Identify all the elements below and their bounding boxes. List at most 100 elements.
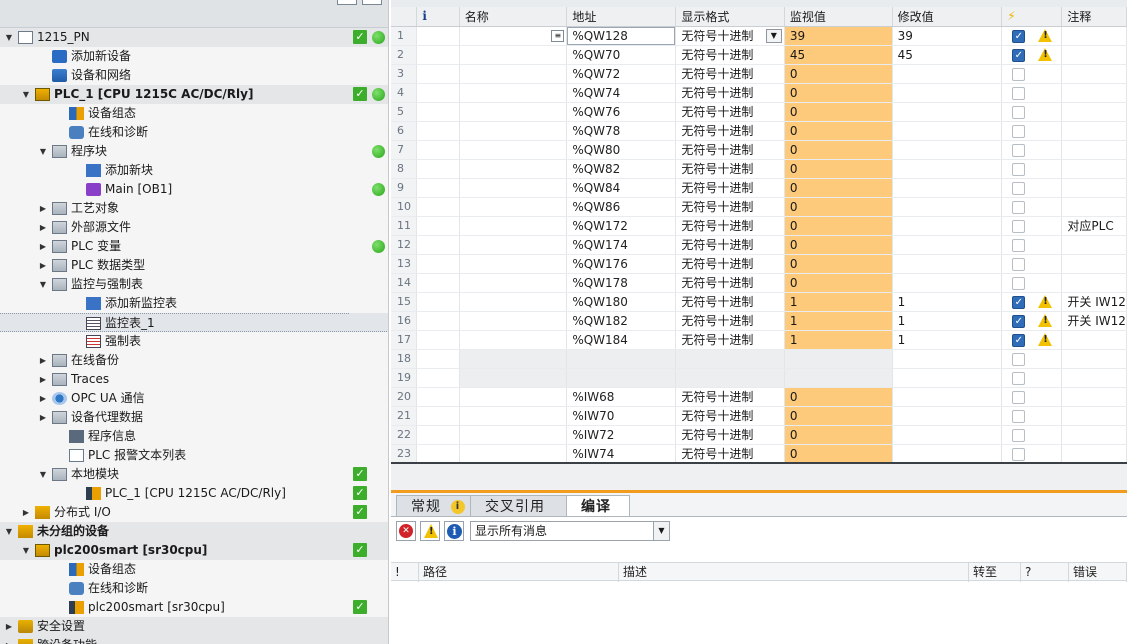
cell-modify-flag[interactable] xyxy=(1001,140,1063,160)
modify-checkbox[interactable] xyxy=(1012,447,1026,461)
header-monitor-value[interactable]: 监视值 xyxy=(784,7,893,27)
cell-comment[interactable] xyxy=(1061,349,1127,369)
cell-display-format[interactable]: 无符号十进制 xyxy=(675,83,785,103)
cell-comment[interactable] xyxy=(1061,140,1127,160)
cell-name[interactable] xyxy=(459,387,568,407)
cell-name[interactable] xyxy=(459,102,568,122)
row-number[interactable]: 2 xyxy=(391,45,418,65)
tab-cross-reference[interactable]: 交叉引用 xyxy=(470,495,567,517)
cell-comment[interactable] xyxy=(1061,64,1127,84)
row-number[interactable]: 20 xyxy=(391,387,418,407)
tree-item[interactable]: 强制表 xyxy=(0,332,388,351)
cell-modify-flag[interactable] xyxy=(1001,406,1063,426)
cell-display-format[interactable]: 无符号十进制 xyxy=(675,140,785,160)
col-errors[interactable]: 错误 xyxy=(1069,563,1127,582)
cell-modify-flag[interactable]: ✓ xyxy=(1001,26,1063,46)
header-name[interactable]: 名称 xyxy=(459,7,568,27)
row-number[interactable]: 22 xyxy=(391,425,418,445)
cell-modify-value[interactable] xyxy=(892,273,1003,293)
header-address[interactable]: 地址 xyxy=(566,7,677,27)
table-row[interactable]: 17 %QW184 无符号十进制 1 1 ✓ xyxy=(391,330,1127,350)
cell-address[interactable]: %IW74 xyxy=(566,444,677,462)
cell-display-format[interactable]: 无符号十进制 xyxy=(675,45,785,65)
panel-splitter[interactable] xyxy=(391,462,1127,493)
cell-name[interactable] xyxy=(459,45,568,65)
tree-item[interactable]: 设备组态 xyxy=(0,104,388,123)
cell-modify-flag[interactable] xyxy=(1001,425,1063,445)
header-display-format[interactable]: 显示格式 xyxy=(675,7,785,27)
cell-address[interactable]: %QW178 xyxy=(566,273,677,293)
row-number[interactable]: 23 xyxy=(391,444,418,462)
table-row[interactable]: 7 %QW80 无符号十进制 0 xyxy=(391,140,1127,160)
cell-modify-flag[interactable]: ✓ xyxy=(1001,292,1063,312)
table-row[interactable]: 21 %IW70 无符号十进制 0 xyxy=(391,406,1127,426)
cell-comment[interactable] xyxy=(1061,178,1127,198)
modify-checkbox[interactable] xyxy=(1012,181,1026,195)
expand-right-icon[interactable]: ▶ xyxy=(38,218,48,237)
tree-item[interactable]: 添加新设备 xyxy=(0,47,388,66)
cell-display-format[interactable] xyxy=(675,349,785,369)
cell-display-format[interactable]: 无符号十进制 xyxy=(675,387,785,407)
col-help[interactable]: ? xyxy=(1021,563,1069,582)
cell-modify-flag[interactable] xyxy=(1001,349,1063,369)
cell-display-format[interactable]: 无符号十进制 xyxy=(675,64,785,84)
cell-address[interactable]: %IW70 xyxy=(566,406,677,426)
tree-item[interactable]: ▶ 设备代理数据 xyxy=(0,408,388,427)
cell-display-format[interactable]: 无符号十进制 xyxy=(675,406,785,426)
cell-address[interactable]: %QW128 xyxy=(566,26,677,46)
cell-comment[interactable] xyxy=(1061,26,1127,46)
table-row[interactable]: 1 ≡ %QW128 无符号十进制 ▼ 39 39 ✓ xyxy=(391,26,1127,46)
cell-display-format[interactable]: 无符号十进制 xyxy=(675,216,785,236)
tree-item[interactable]: ▶ 在线备份 xyxy=(0,351,388,370)
header-modify-flag[interactable]: ⚡ xyxy=(1001,7,1063,27)
cell-name[interactable] xyxy=(459,273,568,293)
modify-checkbox[interactable] xyxy=(1012,200,1026,214)
tree-item[interactable]: ▼ 未分组的设备 xyxy=(0,522,388,541)
expand-down-icon[interactable]: ▼ xyxy=(21,541,31,560)
cell-address[interactable] xyxy=(566,368,677,388)
cell-name[interactable]: ≡ xyxy=(459,26,568,46)
modify-checkbox[interactable] xyxy=(1012,371,1026,385)
modify-checkbox[interactable] xyxy=(1012,352,1026,366)
cell-name[interactable] xyxy=(459,349,568,369)
modify-checkbox[interactable]: ✓ xyxy=(1012,295,1026,309)
cell-modify-value[interactable] xyxy=(892,216,1003,236)
cell-name[interactable] xyxy=(459,83,568,103)
tree-item[interactable]: 设备组态 xyxy=(0,560,388,579)
cell-comment[interactable] xyxy=(1061,102,1127,122)
tree-item[interactable]: 在线和诊断 xyxy=(0,579,388,598)
cell-modify-flag[interactable] xyxy=(1001,444,1063,462)
cell-modify-flag[interactable] xyxy=(1001,64,1063,84)
cell-comment[interactable] xyxy=(1061,425,1127,445)
table-row[interactable]: 19 xyxy=(391,368,1127,388)
cell-modify-value[interactable] xyxy=(892,406,1003,426)
row-number[interactable]: 10 xyxy=(391,197,418,217)
cell-address[interactable]: %IW72 xyxy=(566,425,677,445)
cell-modify-flag[interactable] xyxy=(1001,102,1063,122)
table-row[interactable]: 12 %QW174 无符号十进制 0 xyxy=(391,235,1127,255)
cell-display-format[interactable]: 无符号十进制 xyxy=(675,273,785,293)
row-number[interactable]: 7 xyxy=(391,140,418,160)
modify-checkbox[interactable]: ✓ xyxy=(1012,29,1026,43)
expand-right-icon[interactable]: ▶ xyxy=(38,389,48,408)
cell-modify-value[interactable] xyxy=(892,254,1003,274)
cell-display-format[interactable]: 无符号十进制 xyxy=(675,197,785,217)
cell-modify-flag[interactable] xyxy=(1001,83,1063,103)
cell-name[interactable] xyxy=(459,159,568,179)
cell-display-format[interactable]: 无符号十进制 xyxy=(675,254,785,274)
cell-modify-value[interactable] xyxy=(892,178,1003,198)
expand-right-icon[interactable]: ▶ xyxy=(38,237,48,256)
expand-down-icon[interactable]: ▼ xyxy=(38,142,48,161)
message-filter-select[interactable]: 显示所有消息 ▼ xyxy=(470,521,670,541)
modify-checkbox[interactable] xyxy=(1012,238,1026,252)
cell-modify-value[interactable] xyxy=(892,387,1003,407)
cell-display-format[interactable]: 无符号十进制 xyxy=(675,178,785,198)
expand-right-icon[interactable]: ▶ xyxy=(38,256,48,275)
modify-checkbox[interactable] xyxy=(1012,409,1026,423)
tree-item[interactable]: ▼ 监控与强制表 xyxy=(0,275,388,294)
cell-comment[interactable] xyxy=(1061,368,1127,388)
tree-item[interactable]: ▼ 1215_PN ✓ xyxy=(0,28,388,47)
cell-display-format[interactable]: 无符号十进制 ▼ xyxy=(675,26,785,46)
col-path[interactable]: 路径 xyxy=(419,563,619,582)
expand-right-icon[interactable]: ▶ xyxy=(38,351,48,370)
